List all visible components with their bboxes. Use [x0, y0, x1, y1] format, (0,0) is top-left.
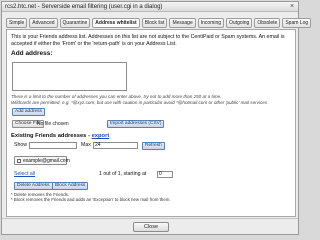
no-file-text: No file chosen — [37, 121, 69, 127]
close-button[interactable]: Close — [133, 222, 169, 232]
add-address-heading: Add address: — [11, 50, 53, 57]
show-label: Show — [14, 142, 27, 148]
max-label: Max — [81, 142, 91, 148]
tab-address-whitelist[interactable]: Address whitelist — [92, 18, 140, 28]
tab-block-list[interactable]: Block list — [141, 18, 168, 28]
tab-spam-log[interactable]: Spam Log — [282, 18, 312, 28]
tab-obsolete[interactable]: Obsolete — [254, 18, 281, 28]
window-title: rcs2.htc.net - Serverside email filterin… — [2, 2, 298, 12]
whitelist-panel: This is your Friends address list. Addre… — [6, 29, 296, 217]
show-input[interactable] — [29, 142, 77, 149]
existing-heading-text: Existing Friends addresses — [11, 133, 87, 139]
paging-text: 1 out of 1, starting at — [99, 171, 147, 177]
add-address-button[interactable]: Add address — [12, 108, 45, 116]
select-all-link[interactable]: Select all — [14, 171, 35, 177]
refresh-button[interactable]: Refresh — [142, 142, 165, 150]
max-input[interactable]: 24 — [93, 142, 138, 149]
tab-simple[interactable]: Simple — [6, 18, 28, 28]
tab-bar: Simple Advanced Quarantine Address white… — [6, 18, 312, 28]
add-address-textarea[interactable] — [12, 62, 127, 91]
tab-quarantine[interactable]: Quarantine — [59, 18, 91, 28]
dialog-window: rcs2.htc.net - Serverside email filterin… — [1, 1, 312, 235]
tab-incoming[interactable]: Incoming — [197, 18, 225, 28]
footnote-block: * Block removes the Friends and adds an … — [11, 197, 171, 203]
import-addresses-button[interactable]: Import addresses (CSV) — [107, 120, 165, 128]
export-link[interactable]: export — [92, 133, 110, 139]
tab-message[interactable]: Message — [169, 18, 196, 28]
address-email: example@gmail.com — [23, 158, 70, 164]
window-close-icon[interactable]: × — [288, 3, 296, 10]
tab-outgoing[interactable]: Outgoing — [226, 18, 253, 28]
intro-text: This is your Friends address list. Addre… — [11, 34, 285, 47]
existing-addresses-heading: Existing Friends addresses - export — [11, 133, 109, 139]
add-address-note: There is a limit to the number of addres… — [11, 94, 293, 105]
footnotes: * Delete removes the Friends. * Block re… — [11, 192, 291, 203]
dialog-footer: Close — [2, 218, 298, 235]
block-address-button[interactable]: Block Address — [52, 182, 89, 190]
delete-address-button[interactable]: Delete Address — [14, 182, 53, 190]
start-input[interactable]: 0 — [157, 171, 173, 178]
tab-advanced[interactable]: Advanced — [29, 18, 58, 28]
note-wildcards: Wildcards are permitted, e.g. *@xyz.com,… — [11, 99, 268, 105]
address-checkbox[interactable] — [17, 159, 21, 163]
address-entry[interactable]: example@gmail.com — [14, 156, 70, 165]
